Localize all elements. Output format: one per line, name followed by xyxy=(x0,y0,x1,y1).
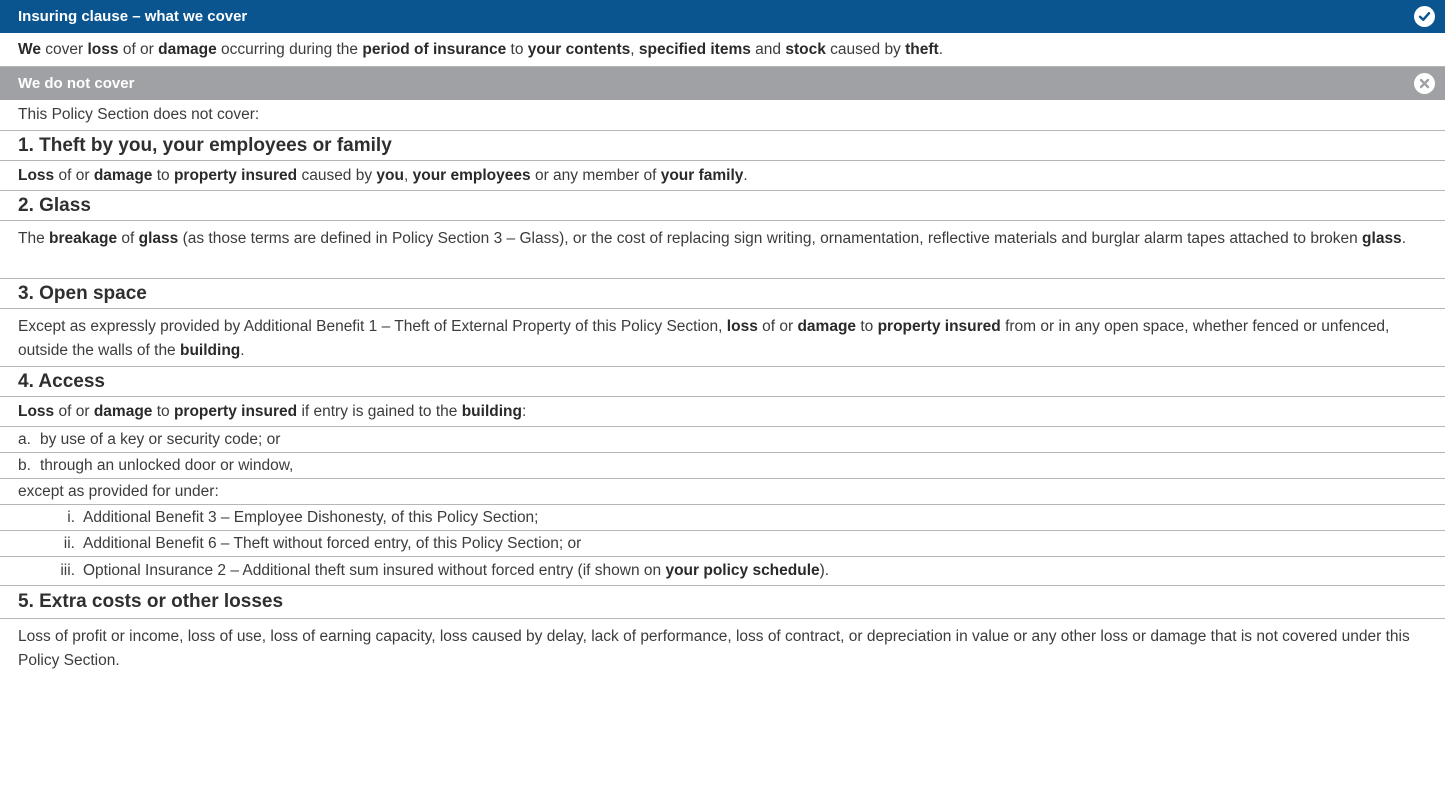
list-item-text: Additional Benefit 3 – Employee Dishones… xyxy=(83,508,539,526)
exclusion-1-text: Loss of or damage to property insured ca… xyxy=(0,161,1445,191)
exclusion-3-title: 3. Open space xyxy=(0,279,1445,309)
list-marker: ii. xyxy=(63,534,75,552)
exclusion-4-sub-a: a. by use of a key or security code; or xyxy=(0,427,1445,453)
exclusion-5-title: 5. Extra costs or other losses xyxy=(0,586,1445,619)
exclusions-title: We do not cover xyxy=(18,75,135,92)
exclusion-3-text: Except as expressly provided by Addition… xyxy=(0,309,1445,367)
x-circle-icon xyxy=(1414,73,1435,94)
insuring-clause-text: We cover loss of or damage occurring dur… xyxy=(0,33,1445,67)
exclusions-intro: This Policy Section does not cover: xyxy=(0,100,1445,131)
exclusion-4-title: 4. Access xyxy=(0,367,1445,397)
insuring-clause-header: Insuring clause – what we cover xyxy=(0,0,1445,33)
exclusion-2-text: The breakage of glass (as those terms ar… xyxy=(0,221,1445,279)
exclusion-4-roman-i: i. Additional Benefit 3 – Employee Disho… xyxy=(0,505,1445,531)
list-marker: a. xyxy=(18,430,31,448)
insuring-clause-title: Insuring clause – what we cover xyxy=(18,8,248,25)
list-marker: i. xyxy=(67,508,75,526)
exclusion-4-sub-b: b. through an unlocked door or window, xyxy=(0,453,1445,479)
exclusion-1-title: 1. Theft by you, your employees or famil… xyxy=(0,131,1445,161)
exclusion-4-roman-ii: ii. Additional Benefit 6 – Theft without… xyxy=(0,531,1445,557)
exclusion-5-text: Loss of profit or income, loss of use, l… xyxy=(18,628,1410,669)
exclusion-4-except: except as provided for under: xyxy=(0,479,1445,505)
list-marker: b. xyxy=(18,456,31,474)
exclusion-2-title: 2. Glass xyxy=(0,191,1445,221)
exclusion-4-roman-iii: iii. Optional Insurance 2 – Additional t… xyxy=(0,557,1445,586)
check-circle-icon xyxy=(1414,6,1435,27)
exclusion-4-text: Loss of or damage to property insured if… xyxy=(0,397,1445,427)
list-item-text: through an unlocked door or window, xyxy=(40,456,294,474)
list-item-text: by use of a key or security code; or xyxy=(40,430,281,448)
list-item-text: Optional Insurance 2 – Additional theft … xyxy=(83,562,830,579)
list-marker: iii. xyxy=(60,562,75,579)
list-item-text: Additional Benefit 6 – Theft without for… xyxy=(83,534,582,552)
policy-document: Insuring clause – what we cover We cover… xyxy=(0,0,1445,675)
exclusions-header: We do not cover xyxy=(0,67,1445,100)
